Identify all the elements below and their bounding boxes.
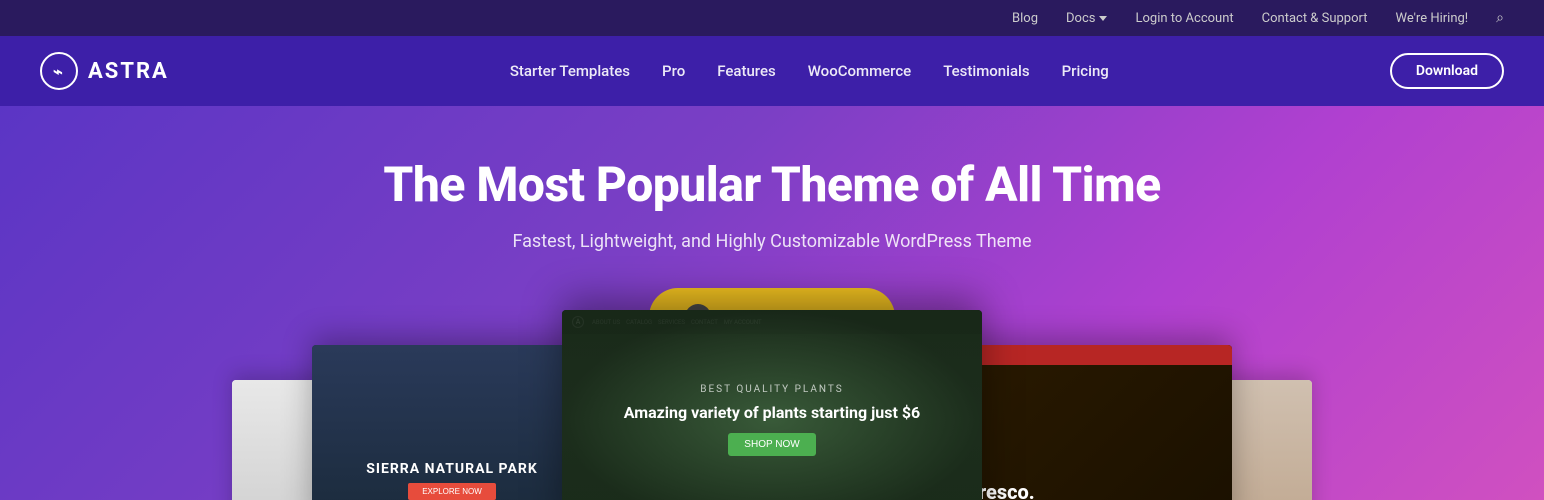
top-bar: Blog Docs Login to Account Contact & Sup… [0, 0, 1544, 36]
sierra-title: SIERRA NATURAL PARK [366, 461, 537, 477]
screenshot-plants: A ABOUT US CATALOG SERVICES CONTACT MY A… [562, 310, 982, 500]
docs-link[interactable]: Docs [1066, 11, 1107, 26]
chevron-down-icon [1099, 16, 1107, 21]
main-nav: ⌁ ASTRA Starter Templates Pro Features W… [0, 36, 1544, 106]
plant-cta-button[interactable]: SHOP NOW [728, 433, 815, 456]
download-button[interactable]: Download [1390, 53, 1504, 89]
sierra-content: SIERRA NATURAL PARK EXPLORE NOW [312, 345, 592, 500]
nav-links: Starter Templates Pro Features WooCommer… [229, 62, 1390, 80]
blog-link[interactable]: Blog [1012, 11, 1038, 26]
woocommerce-link[interactable]: WooCommerce [808, 62, 912, 80]
fresco-title: Fresco. [968, 481, 1216, 500]
search-icon[interactable]: ⌕ [1496, 10, 1504, 26]
hero-section: The Most Popular Theme of All Time Faste… [0, 106, 1544, 500]
pricing-link[interactable]: Pricing [1062, 62, 1109, 80]
sierra-cta-button[interactable]: EXPLORE NOW [408, 483, 496, 500]
contact-link[interactable]: Contact & Support [1262, 11, 1368, 26]
starter-templates-link[interactable]: Starter Templates [510, 62, 630, 80]
login-link[interactable]: Login to Account [1135, 11, 1233, 26]
preview-container: SIERRA NATURAL PARK EXPLORE NOW A ABOUT … [272, 300, 1272, 500]
plant-text-block: BEST QUALITY PLANTS Amazing variety of p… [624, 384, 921, 456]
hero-subtitle: Fastest, Lightweight, and Highly Customi… [512, 231, 1031, 252]
plant-tagline: BEST QUALITY PLANTS [624, 384, 921, 395]
fresco-topnav: FRESCO [952, 345, 1232, 365]
features-link[interactable]: Features [717, 62, 775, 80]
logo-icon: ⌁ [53, 62, 65, 81]
pro-link[interactable]: Pro [662, 62, 685, 80]
fresco-content: Fresco. God And Good Wine [952, 345, 1232, 500]
hiring-link[interactable]: We're Hiring! [1396, 11, 1469, 26]
screenshot-fresco: FRESCO Fresco. God And Good Wine [952, 345, 1232, 500]
logo-circle: ⌁ [40, 52, 78, 90]
logo[interactable]: ⌁ ASTRA [40, 52, 169, 90]
plant-title: Amazing variety of plants starting just … [624, 403, 921, 424]
logo-text: ASTRA [88, 59, 169, 84]
hero-title: The Most Popular Theme of All Time [383, 156, 1160, 213]
screenshot-sierra: SIERRA NATURAL PARK EXPLORE NOW [312, 345, 592, 500]
testimonials-link[interactable]: Testimonials [943, 62, 1029, 80]
